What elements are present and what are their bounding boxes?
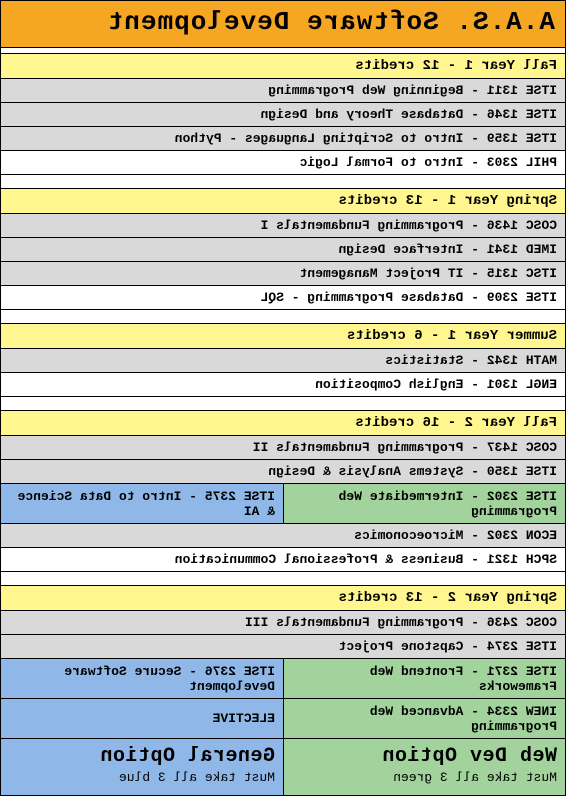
spacer xyxy=(1,175,565,189)
webdev-course: ITSE 2302 - Intermediate Web Programming xyxy=(283,484,565,524)
options-footer: Web Dev Option Must take all 3 green Gen… xyxy=(1,739,565,795)
general-option: General Option Must take all 3 blue xyxy=(1,739,283,795)
semester-header: Fall Year 2 - 16 credits xyxy=(1,411,565,436)
course-row: ITSC 1315 - IT Project Management xyxy=(1,262,565,286)
course-row: COSC 2436 - Programming Fundamentals III xyxy=(1,611,565,635)
webdev-course: ITSE 2371 - Frontend Web Frameworks xyxy=(283,659,565,699)
semester-header: Fall Year 1 - 12 credits xyxy=(1,54,565,79)
spacer xyxy=(1,397,565,411)
page-title: A.A.S. Software Development xyxy=(1,1,565,48)
option-subtitle: Must take all 3 blue xyxy=(9,770,275,785)
course-row: ITSE 1346 - Database Theory and Design xyxy=(1,103,565,127)
option-title: Web Dev Option xyxy=(292,745,557,768)
spacer xyxy=(1,310,565,324)
option-split-row: ITSE 2302 - Intermediate Web Programming… xyxy=(1,484,565,524)
general-course: ITSE 2375 - Intro to Data Science & AI xyxy=(1,484,283,524)
course-row: COSC 1437 - Programming Fundamentals II xyxy=(1,436,565,460)
semester-header: Spring Year 2 - 13 credits xyxy=(1,586,565,611)
semester-header: Spring Year 1 - 13 credits xyxy=(1,189,565,214)
degree-plan: A.A.S. Software Development Fall Year 1 … xyxy=(0,0,566,796)
option-title: General Option xyxy=(9,745,275,768)
course-row: MATH 1342 - Statistics xyxy=(1,349,565,373)
option-split-row: ITSE 2371 - Frontend Web Frameworks ITSE… xyxy=(1,659,565,699)
general-course: ELECTIVE xyxy=(1,699,283,739)
option-subtitle: Must take all 3 green xyxy=(292,770,557,785)
course-row: PHIL 2303 - Intro to Formal Logic xyxy=(1,151,565,175)
course-row: SPCH 1321 - Business & Professional Comm… xyxy=(1,548,565,572)
course-row: ITSE 2309 - Database Programming - SQL xyxy=(1,286,565,310)
webdev-course: INEW 2334 - Advanced Web Programming xyxy=(283,699,565,739)
course-row: ITSE 1311 - Beginning Web Programming xyxy=(1,79,565,103)
course-row: ITSE 1359 - Intro to Scripting Languages… xyxy=(1,127,565,151)
option-split-row: INEW 2334 - Advanced Web Programming ELE… xyxy=(1,699,565,739)
spacer xyxy=(1,572,565,586)
course-row: ITSE 2374 - Capstone Project xyxy=(1,635,565,659)
course-row: ECON 2302 - Microeconomics xyxy=(1,524,565,548)
course-row: ENGL 1301 - English Composition xyxy=(1,373,565,397)
general-course: ITSE 2376 - Secure Software Development xyxy=(1,659,283,699)
webdev-option: Web Dev Option Must take all 3 green xyxy=(283,739,565,795)
course-row: COSC 1436 - Programming Fundamentals I xyxy=(1,214,565,238)
course-row: ITSE 1350 - Systems Analysis & Design xyxy=(1,460,565,484)
semester-header: Summer Year 1 - 6 credits xyxy=(1,324,565,349)
course-row: IMED 1341 - Interface Design xyxy=(1,238,565,262)
